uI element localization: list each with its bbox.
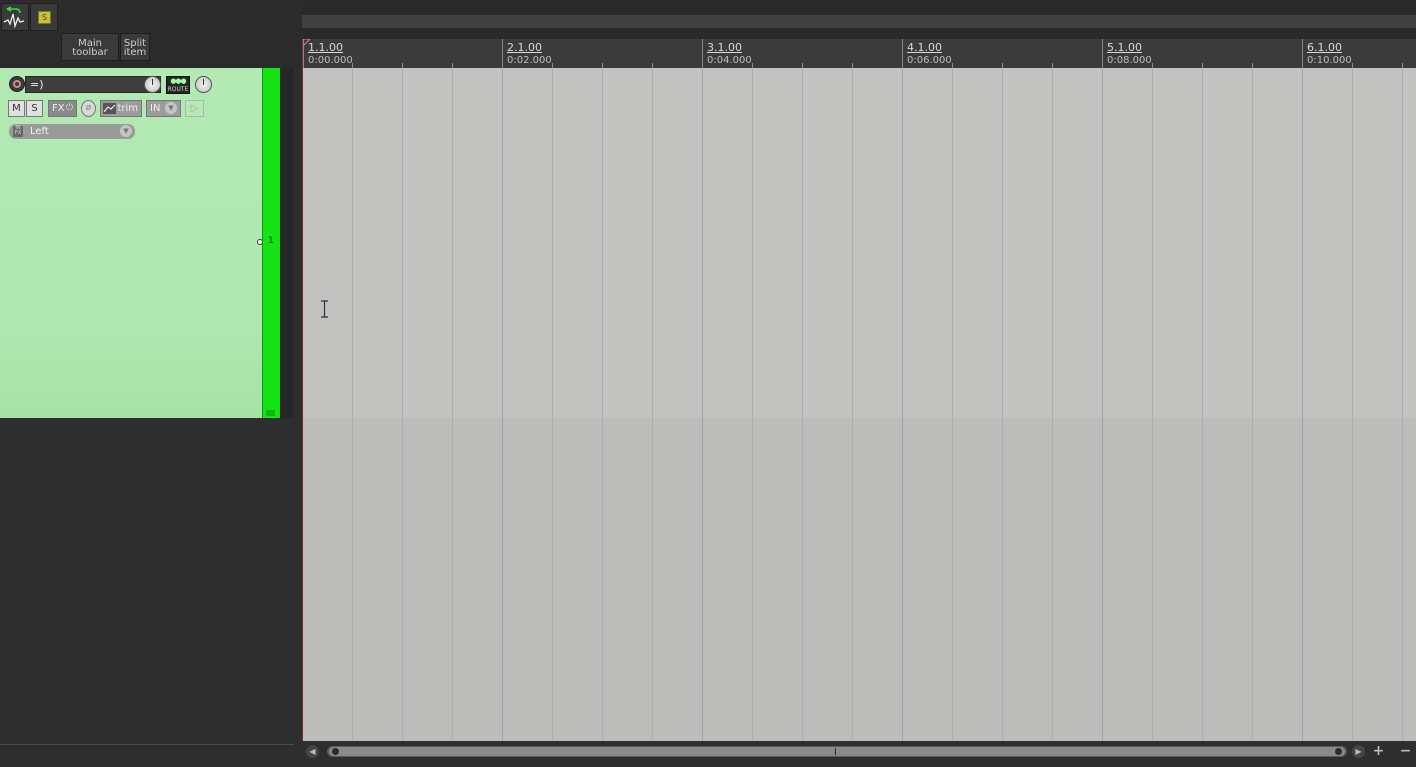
phase-icon[interactable]: ø bbox=[81, 100, 96, 117]
ruler-time-label: 0:10.000 bbox=[1307, 55, 1352, 66]
ruler-time-label: 0:08.000 bbox=[1107, 55, 1152, 66]
ruler-bar-label: 4.1.00 bbox=[907, 41, 942, 54]
input-monitor-button[interactable]: IN ▼ bbox=[146, 100, 181, 117]
ruler-time-label: 0:04.000 bbox=[707, 55, 752, 66]
track-panel[interactable]: =) ●●● ROUTE M S FX ⏻ ø trim IN ▼ ▷ IN FX… bbox=[0, 68, 263, 418]
fx-button[interactable]: FX ⏻ bbox=[48, 100, 77, 117]
ruler-mark: 2.1.00 0:02.000 bbox=[502, 39, 552, 68]
grid-line bbox=[1102, 68, 1103, 741]
timeline-ruler[interactable]: 1.1.00 0:00.000 2.1.00 0:02.000 3.1.00 0… bbox=[302, 39, 1416, 68]
chevron-down-icon: ▼ bbox=[165, 102, 177, 114]
grid-line bbox=[702, 68, 703, 741]
record-arm-icon[interactable] bbox=[9, 76, 25, 92]
ruler-bar-label: 3.1.00 bbox=[707, 41, 742, 54]
scroll-thumb[interactable] bbox=[329, 747, 1345, 756]
scroll-right-icon[interactable]: ▶ bbox=[1352, 745, 1365, 758]
grid-line bbox=[1052, 68, 1053, 741]
grid-line bbox=[1402, 68, 1403, 741]
arrange-edge bbox=[302, 39, 303, 741]
chevron-down-icon: ▼ bbox=[120, 125, 132, 137]
track-name-field[interactable]: =) bbox=[25, 76, 161, 93]
top-strip bbox=[302, 0, 1416, 39]
zoom-in-icon[interactable]: + bbox=[1371, 744, 1386, 759]
snap-button[interactable]: S bbox=[30, 3, 58, 31]
main-toolbar-button[interactable]: Main toolbar bbox=[61, 33, 119, 61]
track-lane[interactable] bbox=[302, 68, 1416, 418]
track-meter bbox=[281, 68, 294, 418]
route-button[interactable]: ●●● ROUTE bbox=[166, 76, 190, 94]
send-icon[interactable]: ▷ bbox=[185, 100, 204, 117]
grid-line bbox=[502, 68, 503, 741]
solo-button[interactable]: S bbox=[26, 100, 43, 117]
grid-line bbox=[602, 68, 603, 741]
track-color-strip[interactable]: 1 bbox=[262, 68, 280, 418]
horizontal-scrollbar[interactable]: ◀ ▶ + − bbox=[302, 741, 1416, 767]
grid-line bbox=[652, 68, 653, 741]
trim-label: trim bbox=[117, 103, 138, 114]
zoom-out-icon[interactable]: − bbox=[1398, 744, 1413, 759]
ruler-bar-label: 5.1.00 bbox=[1107, 41, 1142, 54]
grid-line bbox=[352, 68, 353, 741]
input-fx-icon: IN FX bbox=[13, 125, 23, 137]
ruler-bar-label: 6.1.00 bbox=[1307, 41, 1342, 54]
empty-track-area[interactable] bbox=[0, 418, 294, 767]
folder-icon[interactable] bbox=[266, 410, 275, 416]
scroll-track[interactable] bbox=[327, 746, 1347, 757]
input-label: Left bbox=[30, 126, 49, 137]
grid-line bbox=[1352, 68, 1353, 741]
ruler-bar-label: 1.1.00 bbox=[308, 41, 343, 54]
ruler-mark: 4.1.00 0:06.000 bbox=[902, 39, 952, 68]
envelope-icon bbox=[103, 103, 116, 114]
grid-line bbox=[802, 68, 803, 741]
track-number: 1 bbox=[268, 236, 274, 246]
grid-line bbox=[1252, 68, 1253, 741]
ruler-mark: 6.1.00 0:10.000 bbox=[1302, 39, 1352, 68]
grid-line bbox=[902, 68, 903, 741]
grid-line bbox=[852, 68, 853, 741]
ruler-time-label: 0:00.000 bbox=[308, 55, 353, 66]
envelope-trim-button[interactable]: trim bbox=[100, 100, 142, 117]
ruler-bar-label: 2.1.00 bbox=[507, 41, 542, 54]
undo-wave-icon[interactable] bbox=[1, 3, 29, 31]
play-cursor-marker-icon bbox=[302, 39, 311, 48]
grid-line bbox=[1302, 68, 1303, 741]
arrange-view[interactable] bbox=[302, 68, 1416, 741]
ruler-time-label: 0:02.000 bbox=[507, 55, 552, 66]
scroll-left-icon[interactable]: ◀ bbox=[306, 745, 319, 758]
divider bbox=[0, 744, 294, 745]
text-cursor-icon bbox=[320, 300, 329, 318]
fx-label: FX bbox=[52, 103, 65, 114]
fx-bypass-icon[interactable]: ⏻ bbox=[66, 101, 73, 116]
grid-line bbox=[752, 68, 753, 741]
grid-line bbox=[952, 68, 953, 741]
ruler-time-label: 0:06.000 bbox=[907, 55, 952, 66]
grid-line bbox=[1152, 68, 1153, 741]
mute-button[interactable]: M bbox=[8, 100, 25, 117]
ruler-mark: 5.1.00 0:08.000 bbox=[1102, 39, 1152, 68]
route-dots-icon: ●●● bbox=[170, 77, 186, 85]
input-selector[interactable]: IN FX Left ▼ bbox=[9, 124, 135, 139]
snap-label: S bbox=[38, 11, 51, 24]
ruler-mark: 3.1.00 0:04.000 bbox=[702, 39, 752, 68]
volume-knob[interactable] bbox=[144, 76, 161, 93]
route-label: ROUTE bbox=[167, 86, 189, 93]
grid-line bbox=[1002, 68, 1003, 741]
input-monitor-label: IN bbox=[150, 103, 161, 114]
pan-knob[interactable] bbox=[195, 76, 212, 93]
grid-line bbox=[1202, 68, 1203, 741]
grid-line bbox=[452, 68, 453, 741]
toolbar-area: S Main toolbar Split item bbox=[0, 0, 302, 68]
grid-line bbox=[552, 68, 553, 741]
split-item-button[interactable]: Split item bbox=[120, 33, 150, 61]
grid-line bbox=[402, 68, 403, 741]
